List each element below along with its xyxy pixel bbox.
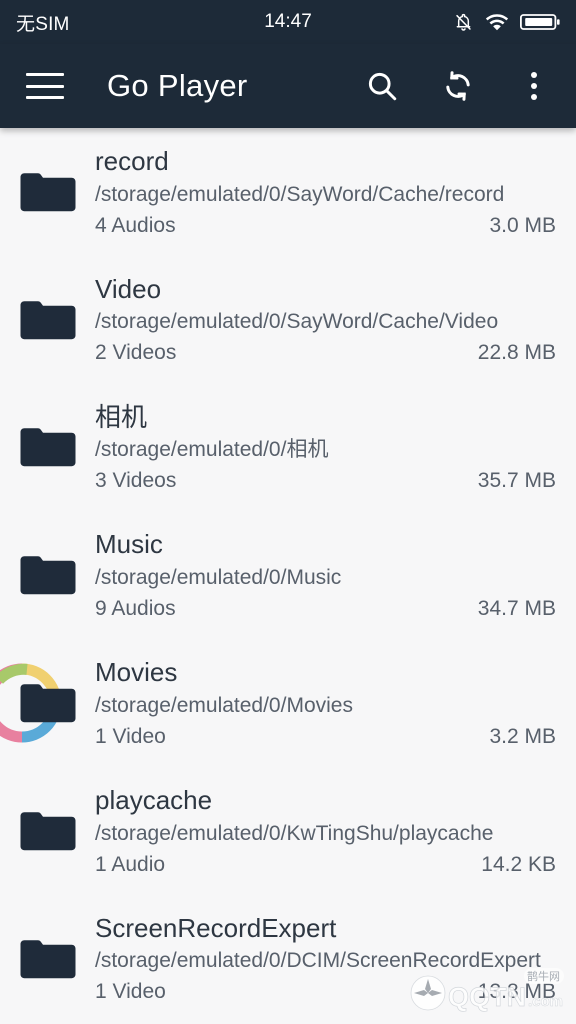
file-size: 22.8 MB xyxy=(477,341,556,365)
file-meta: 9 Audios 34.7 MB xyxy=(95,596,556,622)
file-path: /storage/emulated/0/SayWord/Cache/Video xyxy=(95,310,499,334)
file-icon-cell xyxy=(0,798,95,864)
file-size: 3.0 MB xyxy=(489,213,556,237)
search-icon[interactable] xyxy=(362,66,402,106)
file-icon-cell xyxy=(0,542,95,608)
file-list-item[interactable]: Video/storage/emulated/0/SayWord/Cache/V… xyxy=(0,256,576,384)
file-name: Music xyxy=(95,529,163,560)
page-title: Go Player xyxy=(107,68,248,103)
file-count: 1 Video xyxy=(95,724,166,748)
hamburger-menu-icon[interactable] xyxy=(26,73,64,99)
file-name: playcache xyxy=(95,784,213,815)
wifi-icon xyxy=(485,12,509,32)
status-bar: 无SIM 14:47 xyxy=(0,0,576,44)
carrier-label: 无SIM xyxy=(16,13,70,35)
file-name: 相机 xyxy=(95,401,148,432)
file-text-block: playcache/storage/emulated/0/KwTingShu/p… xyxy=(95,784,556,878)
refresh-icon[interactable] xyxy=(438,66,478,106)
file-size: 35.7 MB xyxy=(477,469,556,493)
file-icon-cell xyxy=(0,159,95,225)
file-list-item[interactable]: Movies/storage/emulated/0/Movies 1 Video 3… xyxy=(0,639,576,767)
file-name: record xyxy=(95,146,169,176)
file-meta: 3 Videos 35.7 MB xyxy=(95,468,556,494)
file-path: /storage/emulated/0/DCIM/ScreenRecordExp… xyxy=(95,949,541,973)
file-icon-cell xyxy=(0,287,95,353)
file-size: 14.2 KB xyxy=(481,852,556,876)
app-bar: Go Player xyxy=(0,44,576,128)
file-count: 9 Audios xyxy=(95,596,176,620)
app-screen: 无SIM 14:47 Go Player record /storage/emu… xyxy=(0,0,576,1024)
file-path: /storage/emulated/0/KwTingShu/playcache xyxy=(95,821,494,845)
folder-icon xyxy=(20,682,76,724)
overflow-menu-icon[interactable] xyxy=(514,66,554,106)
file-name: Movies xyxy=(95,657,178,688)
file-text-block: Music/storage/emulated/0/Music 9 Audios 34… xyxy=(95,528,556,622)
file-path: /storage/emulated/0/Movies xyxy=(95,693,353,717)
file-size: 13.8 MB xyxy=(477,980,556,1004)
file-count: 4 Audios xyxy=(95,213,176,237)
file-size: 3.2 MB xyxy=(489,724,556,748)
file-list-item[interactable]: 相机/storage/emulated/0/相机 3 Videos 35.7 MB xyxy=(0,384,576,512)
file-text-block: record/storage/emulated/0/SayWord/Cache/… xyxy=(95,145,556,239)
status-icons xyxy=(453,12,560,33)
folder-icon xyxy=(20,810,76,852)
file-icon-cell xyxy=(0,414,95,480)
file-path: /storage/emulated/0/SayWord/Cache/record xyxy=(95,182,505,206)
folder-icon xyxy=(20,299,76,341)
bell-muted-icon xyxy=(453,12,474,33)
file-meta: 1 Video 13.8 MB xyxy=(95,979,556,1005)
folder-icon xyxy=(20,938,76,980)
file-icon-cell xyxy=(0,663,95,743)
file-list-item[interactable]: ScreenRecordExpert/storage/emulated/0/DC… xyxy=(0,895,576,1023)
file-text-block: 相机/storage/emulated/0/相机 3 Videos 35.7 MB xyxy=(95,401,556,495)
file-path: /storage/emulated/0/Music xyxy=(95,566,342,590)
folder-icon xyxy=(20,554,76,596)
battery-icon xyxy=(520,12,560,32)
file-size: 34.7 MB xyxy=(477,596,556,620)
file-meta: 1 Video 3.2 MB xyxy=(95,724,556,750)
file-meta: 1 Audio 14.2 KB xyxy=(95,852,556,878)
file-count: 1 Video xyxy=(95,980,166,1004)
folder-icon xyxy=(20,171,76,213)
file-meta: 2 Videos 22.8 MB xyxy=(95,340,556,366)
file-text-block: ScreenRecordExpert/storage/emulated/0/DC… xyxy=(95,912,556,1006)
file-list[interactable]: record/storage/emulated/0/SayWord/Cache/… xyxy=(0,128,576,1024)
file-name: Video xyxy=(95,273,162,304)
file-list-item[interactable]: playcache/storage/emulated/0/KwTingShu/p… xyxy=(0,767,576,895)
file-list-item[interactable]: record/storage/emulated/0/SayWord/Cache/… xyxy=(0,128,576,256)
folder-icon xyxy=(20,426,76,468)
app-bar-actions xyxy=(362,66,554,106)
file-text-block: Video/storage/emulated/0/SayWord/Cache/V… xyxy=(95,273,556,367)
file-path: /storage/emulated/0/相机 xyxy=(95,438,329,462)
file-count: 1 Audio xyxy=(95,852,166,876)
file-name: ScreenRecordExpert xyxy=(95,912,337,943)
file-list-item[interactable]: Music/storage/emulated/0/Music 9 Audios 34… xyxy=(0,511,576,639)
file-text-block: Movies/storage/emulated/0/Movies 1 Video 3… xyxy=(95,656,556,750)
file-meta: 4 Audios 3.0 MB xyxy=(95,213,556,239)
file-count: 2 Videos xyxy=(95,341,177,365)
file-count: 3 Videos xyxy=(95,469,177,493)
file-icon-cell xyxy=(0,926,95,992)
